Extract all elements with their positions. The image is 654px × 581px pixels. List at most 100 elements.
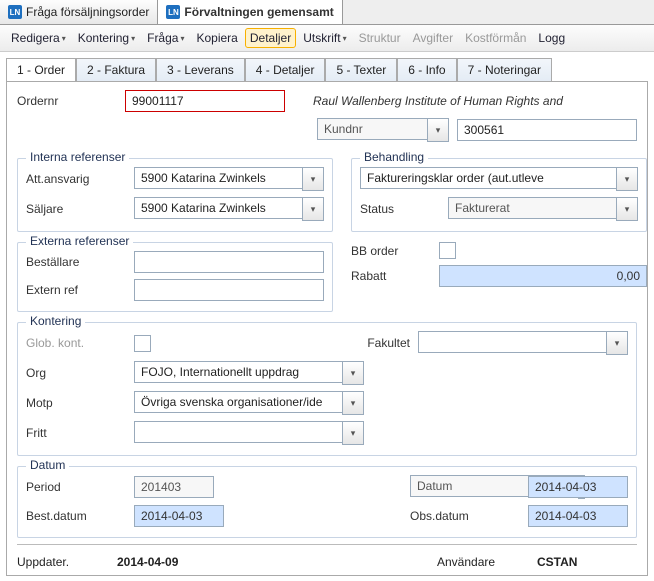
period-label: Period xyxy=(26,480,126,494)
chevron-down-icon[interactable]: ▾ xyxy=(342,421,364,445)
obs-datum-value xyxy=(528,505,628,527)
kontering-group: Kontering Glob. kont. Fakultet ▾ Org ▾ xyxy=(17,322,637,456)
org-value[interactable] xyxy=(134,361,342,383)
chevron-down-icon[interactable]: ▾ xyxy=(616,197,638,221)
chevron-down-icon: ▾ xyxy=(131,34,135,43)
motp-label: Motp xyxy=(26,396,126,410)
extern-ref-input[interactable] xyxy=(134,279,324,301)
menu-struktur: Struktur xyxy=(354,28,406,48)
interna-referenser-group: Interna referenser Att.ansvarig ▾ Säljar… xyxy=(17,158,333,232)
bb-order-checkbox[interactable] xyxy=(439,242,456,259)
anvandare-value: CSTAN xyxy=(537,555,637,569)
chevron-down-icon[interactable]: ▾ xyxy=(302,197,324,221)
tab-texter[interactable]: 5 - Texter xyxy=(325,58,397,81)
best-datum-label: Best.datum xyxy=(26,509,126,523)
status-select[interactable]: ▾ xyxy=(448,197,638,221)
footer-bar: Uppdater. 2014-04-09 Användare CSTAN xyxy=(17,544,637,569)
menu-kostforman: Kostförmån xyxy=(460,28,531,48)
fritt-select[interactable]: ▾ xyxy=(134,421,364,445)
tab-info[interactable]: 6 - Info xyxy=(397,58,456,81)
datum-group: Datum Period ▾ Best.datum Obs.datum xyxy=(17,466,637,538)
chevron-down-icon[interactable]: ▾ xyxy=(302,167,324,191)
kundnr-input[interactable] xyxy=(457,119,637,141)
window-tab-label: Fråga försäljningsorder xyxy=(26,5,149,19)
glob-kont-label: Glob. kont. xyxy=(26,336,126,350)
anvandare-label: Användare xyxy=(437,555,537,569)
period-value xyxy=(134,476,214,498)
uppdater-value: 2014-04-09 xyxy=(117,555,178,569)
fakultet-label: Fakultet xyxy=(340,336,410,350)
fritt-value[interactable] xyxy=(134,421,342,443)
best-datum-value xyxy=(134,505,224,527)
uppdater-label: Uppdater. xyxy=(17,555,117,569)
att-ansvarig-value[interactable] xyxy=(134,167,302,189)
status-label: Status xyxy=(360,202,440,216)
interna-legend: Interna referenser xyxy=(26,150,129,164)
detail-tab-strip: 1 - Order 2 - Faktura 3 - Leverans 4 - D… xyxy=(6,58,648,81)
datum-legend: Datum xyxy=(26,458,69,472)
chevron-down-icon: ▾ xyxy=(180,34,184,43)
chevron-down-icon[interactable]: ▾ xyxy=(427,118,449,142)
behandling-legend: Behandling xyxy=(360,150,428,164)
window-tab-label: Förvaltningen gemensamt xyxy=(184,5,333,19)
rabatt-label: Rabatt xyxy=(351,269,431,283)
externa-legend: Externa referenser xyxy=(26,234,133,248)
rabatt-value xyxy=(439,265,647,287)
customer-name: Raul Wallenberg Institute of Human Right… xyxy=(313,94,563,108)
att-label: Att.ansvarig xyxy=(26,172,126,186)
chevron-down-icon: ▾ xyxy=(62,34,66,43)
kundnr-type-value xyxy=(317,118,427,140)
menu-redigera[interactable]: Redigera▾ xyxy=(6,28,71,48)
menu-kontering[interactable]: Kontering▾ xyxy=(73,28,140,48)
app-icon: LN xyxy=(8,5,22,19)
glob-kont-checkbox[interactable] xyxy=(134,335,151,352)
saljare-select[interactable]: ▾ xyxy=(134,197,324,221)
status-value xyxy=(448,197,616,219)
obs-datum-label: Obs.datum xyxy=(410,509,520,523)
chevron-down-icon: ▾ xyxy=(343,34,347,43)
menu-utskrift[interactable]: Utskrift▾ xyxy=(298,28,351,48)
datum-value xyxy=(528,476,628,498)
datum-type-select[interactable]: ▾ xyxy=(410,475,520,499)
bestallare-input[interactable] xyxy=(134,251,324,273)
fakultet-select[interactable]: ▾ xyxy=(418,331,628,355)
motp-value[interactable] xyxy=(134,391,342,413)
externa-referenser-group: Externa referenser Beställare Extern ref xyxy=(17,242,333,312)
org-select[interactable]: ▾ xyxy=(134,361,364,385)
tab-leverans[interactable]: 3 - Leverans xyxy=(156,58,245,81)
saljare-value[interactable] xyxy=(134,197,302,219)
tab-noteringar[interactable]: 7 - Noteringar xyxy=(457,58,552,81)
window-tab-strip: LN Fråga försäljningsorder LN Förvaltnin… xyxy=(0,0,654,25)
bb-order-label: BB order xyxy=(351,244,431,258)
behandling-value[interactable] xyxy=(360,167,616,189)
window-tab-forvaltningen[interactable]: LN Förvaltningen gemensamt xyxy=(158,0,342,24)
chevron-down-icon[interactable]: ▾ xyxy=(342,391,364,415)
menu-kopiera[interactable]: Kopiera xyxy=(191,28,242,48)
menu-detaljer[interactable]: Detaljer xyxy=(245,28,296,48)
tab-detaljer[interactable]: 4 - Detaljer xyxy=(245,58,326,81)
extern-ref-label: Extern ref xyxy=(26,283,126,297)
window-tab-query[interactable]: LN Fråga försäljningsorder xyxy=(0,0,158,24)
menu-fraga[interactable]: Fråga▾ xyxy=(142,28,189,48)
ordernr-label: Ordernr xyxy=(17,94,117,108)
fritt-label: Fritt xyxy=(26,426,126,440)
app-icon: LN xyxy=(166,5,180,19)
kundnr-type-select[interactable]: ▾ xyxy=(317,118,449,142)
chevron-down-icon[interactable]: ▾ xyxy=(342,361,364,385)
org-label: Org xyxy=(26,366,126,380)
kontering-legend: Kontering xyxy=(26,314,85,328)
behandling-select[interactable]: ▾ xyxy=(360,167,638,191)
menu-avgifter: Avgifter xyxy=(408,28,458,48)
menu-logg[interactable]: Logg xyxy=(533,28,570,48)
tab-faktura[interactable]: 2 - Faktura xyxy=(76,58,156,81)
fakultet-value[interactable] xyxy=(418,331,606,353)
att-ansvarig-select[interactable]: ▾ xyxy=(134,167,324,191)
chevron-down-icon[interactable]: ▾ xyxy=(606,331,628,355)
order-panel: Ordernr Raul Wallenberg Institute of Hum… xyxy=(6,81,648,576)
motp-select[interactable]: ▾ xyxy=(134,391,364,415)
chevron-down-icon[interactable]: ▾ xyxy=(616,167,638,191)
ordernr-input[interactable] xyxy=(125,90,285,112)
menu-bar: Redigera▾ Kontering▾ Fråga▾ Kopiera Deta… xyxy=(0,25,654,52)
tab-order[interactable]: 1 - Order xyxy=(6,58,76,81)
saljare-label: Säljare xyxy=(26,202,126,216)
